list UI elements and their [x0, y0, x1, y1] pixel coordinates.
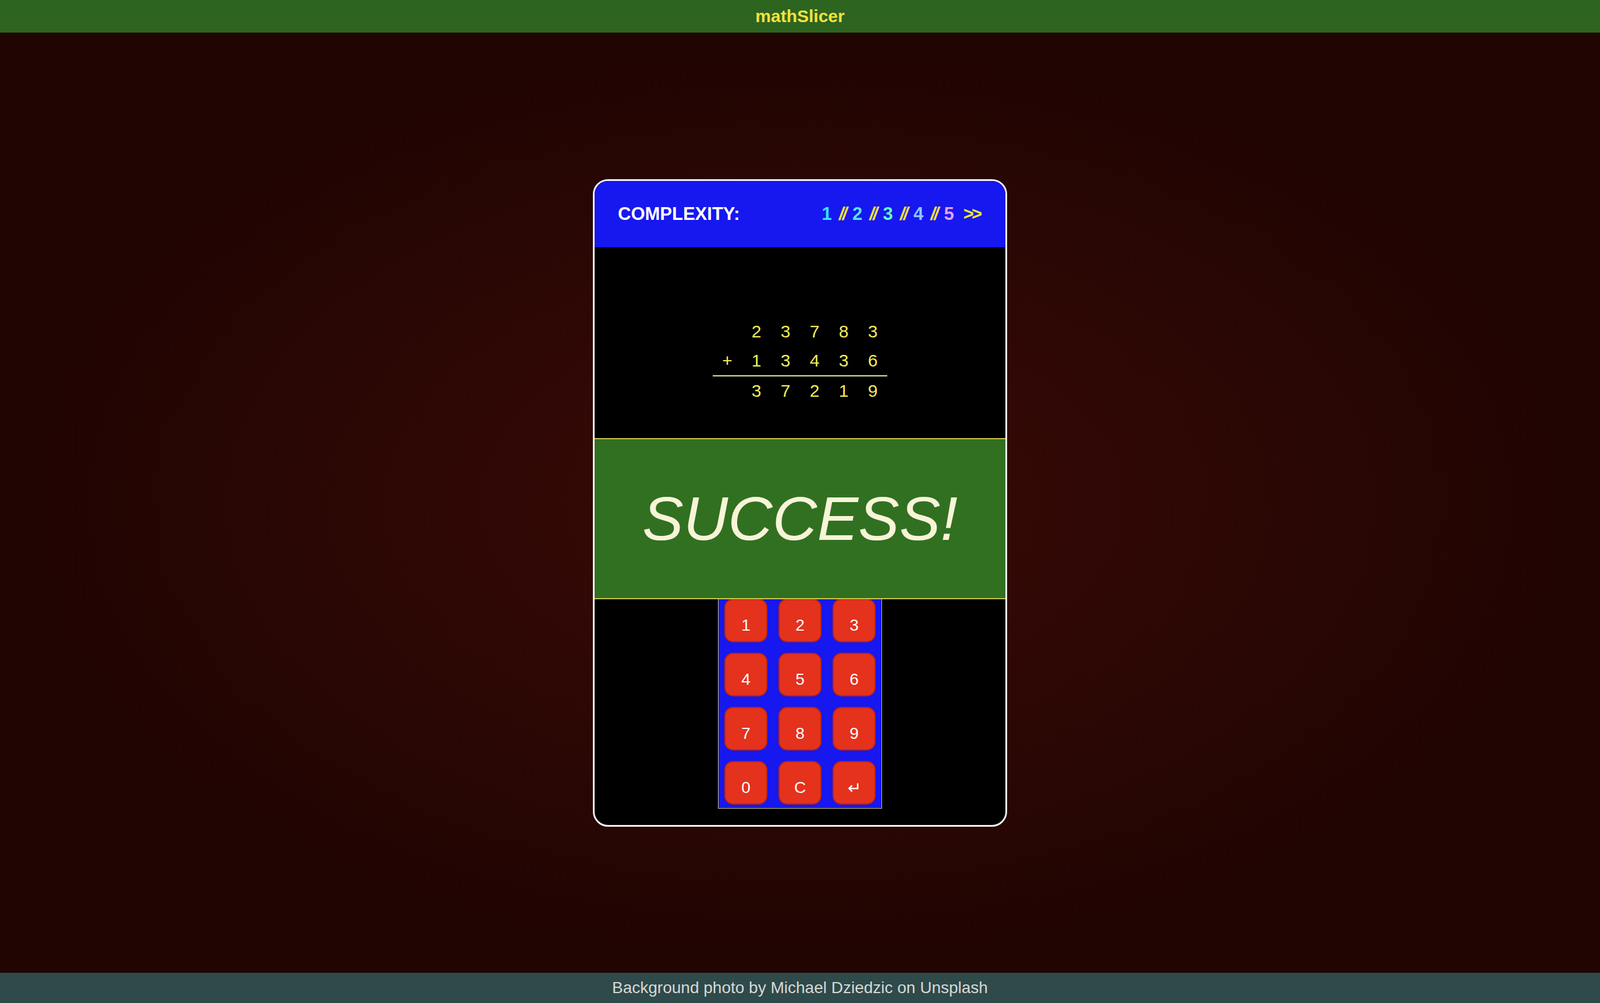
- answer-digit: 3: [741, 381, 771, 401]
- success-banner: SUCCESS!: [594, 438, 1006, 600]
- game-card: COMPLEXITY: 1// 2// 3// 4// 5 >> 23783+ …: [592, 179, 1008, 827]
- keypad-key[interactable]: 5: [778, 652, 822, 697]
- level-separator: //: [900, 203, 907, 225]
- digit: 3: [829, 350, 859, 371]
- level-separator: //: [930, 203, 937, 225]
- keypad-key[interactable]: 9: [832, 706, 876, 751]
- top-bar: mathSlicer: [0, 0, 1600, 33]
- complexity-level[interactable]: 3: [883, 203, 894, 225]
- answer-digit: 7: [770, 381, 800, 401]
- next-button[interactable]: >>: [963, 203, 980, 225]
- answer-row: 37219: [712, 376, 888, 406]
- keypad-key[interactable]: ↵: [832, 761, 876, 805]
- answer-digit: 2: [800, 381, 830, 401]
- keypad-key[interactable]: 3: [832, 598, 876, 643]
- keypad-key[interactable]: 7: [724, 706, 768, 751]
- keypad-key[interactable]: 6: [832, 652, 876, 697]
- complexity-levels: 1 // 2 // 3 // 4 // 5 >>: [822, 203, 980, 225]
- keypad-key[interactable]: 0: [724, 761, 768, 805]
- operator: +: [712, 350, 742, 371]
- complexity-bar: COMPLEXITY: 1 // 2 // 3 // 4 // 5 >>: [594, 180, 1006, 248]
- digit: 3: [858, 321, 888, 342]
- digit: 2: [741, 321, 771, 342]
- answer-digit: 9: [858, 381, 888, 401]
- level-separator: //: [869, 203, 876, 225]
- level-separator: //: [838, 203, 846, 225]
- keypad-key[interactable]: C: [778, 761, 822, 805]
- complexity-level[interactable]: 2: [852, 203, 863, 225]
- digit: 1: [741, 350, 771, 371]
- footer: Background photo by Michael Dziedzic on …: [0, 972, 1600, 1003]
- complexity-level[interactable]: 1: [822, 203, 832, 225]
- app-title: mathSlicer: [755, 6, 845, 27]
- background-photo: COMPLEXITY: 1// 2// 3// 4// 5 >> 23783+ …: [0, 32, 1600, 973]
- operand-row: 23783: [712, 317, 888, 347]
- success-message: SUCCESS!: [642, 483, 958, 554]
- keypad-key[interactable]: 2: [778, 598, 822, 643]
- digit: 8: [829, 321, 859, 342]
- complexity-label: COMPLEXITY:: [617, 203, 741, 225]
- answer-digit: 1: [829, 381, 859, 401]
- keypad-key[interactable]: 4: [724, 652, 768, 697]
- digit: 3: [770, 350, 800, 371]
- page: mathSlicer COMPLEXITY: 1 // 2 // 3 // 4 // 5…: [0, 0, 1600, 1003]
- digit: 6: [858, 350, 888, 371]
- photo-credit: Background photo by Michael Dziedzic on …: [612, 978, 988, 998]
- digit: 3: [770, 321, 800, 342]
- digit: 7: [800, 321, 830, 342]
- keypad-key[interactable]: 1: [724, 598, 768, 643]
- operand-row: + 13436: [712, 346, 888, 377]
- complexity-level[interactable]: 5: [944, 203, 955, 225]
- keypad-key[interactable]: 8: [778, 706, 822, 751]
- digit: 4: [800, 350, 830, 371]
- keypad: 123 456 789 0C↵: [717, 594, 883, 809]
- complexity-level[interactable]: 4: [913, 203, 924, 225]
